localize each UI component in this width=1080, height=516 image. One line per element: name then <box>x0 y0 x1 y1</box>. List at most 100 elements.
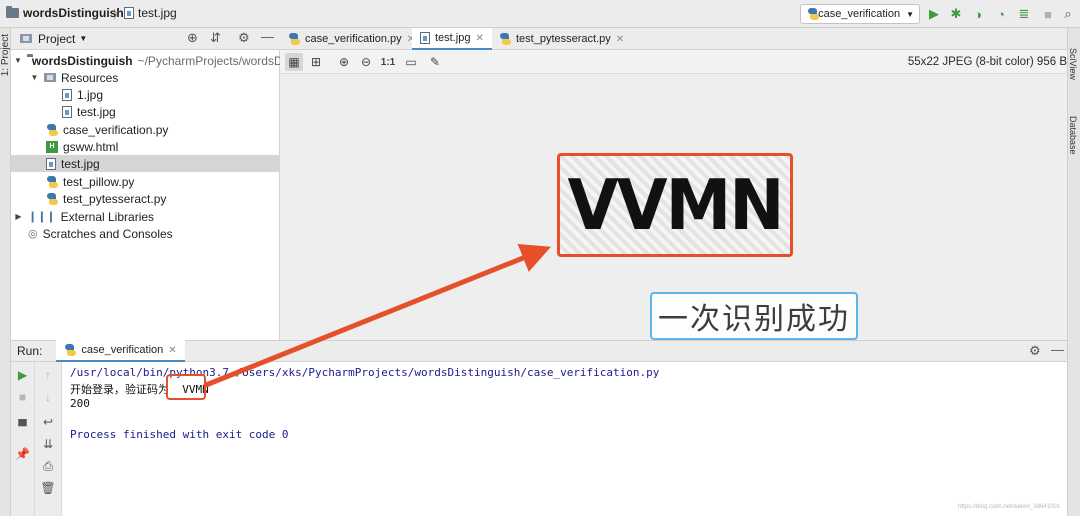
project-panel-title[interactable]: Project <box>38 32 75 46</box>
tab-test-pytesseract[interactable]: test_pytesseract.py ✕ <box>491 28 632 50</box>
scroll-to-end-icon[interactable]: ⇊ <box>35 434 61 454</box>
editor-tabs: case_verification.py ✕ test.jpg ✕ test_p… <box>280 28 1067 50</box>
library-icon: ❙❙❙ <box>28 211 56 223</box>
tree-item-case-verification[interactable]: case_verification.py <box>11 121 280 138</box>
color-picker-icon[interactable]: ✎ <box>426 53 444 71</box>
arrow-down-icon[interactable]: ↓ <box>35 387 61 407</box>
tree-item-label: test_pytesseract.py <box>63 191 167 206</box>
console-line: Process finished with exit code 0 <box>70 428 289 441</box>
rerun-icon[interactable]: ▶ <box>11 365 34 385</box>
database-tool-window-button[interactable]: Database <box>1068 116 1078 155</box>
play-icon[interactable]: ▶ <box>926 6 942 22</box>
python-file-icon <box>46 175 58 188</box>
image-file-icon <box>46 157 56 170</box>
arrow-up-icon[interactable]: ↑ <box>35 365 61 385</box>
chessboard-icon[interactable]: ▦ <box>285 53 303 71</box>
python-file-icon <box>499 33 511 45</box>
grid-icon[interactable]: ⊞ <box>307 53 325 71</box>
zoom-out-icon[interactable]: ⊖ <box>357 53 375 71</box>
soft-wrap-icon[interactable]: ↩ <box>35 412 61 432</box>
gear-icon[interactable]: ⚙ <box>238 30 250 46</box>
watermark-text: https://blog.csdn.net/weixin_38641001 <box>958 504 1061 510</box>
chevron-down-icon: ▼ <box>30 73 39 82</box>
pin-icon[interactable]: 📌 <box>11 444 34 464</box>
profile-icon[interactable]: ◔ <box>993 6 1009 22</box>
tree-item-test-jpg[interactable]: test.jpg <box>11 155 280 172</box>
chevron-right-icon: ▶ <box>15 212 22 221</box>
layout-icon[interactable]: ▀ <box>11 416 34 436</box>
tree-item-test-pytesseract[interactable]: test_pytesseract.py <box>11 190 280 207</box>
bug-icon[interactable]: ✱ <box>948 6 964 22</box>
console-line: /usr/local/bin/python3.7 /Users/xks/Pych… <box>70 366 660 379</box>
tree-item-label: gsww.html <box>63 139 119 154</box>
root-folder-label: wordsDistinguish <box>31 53 133 68</box>
run-panel-label: Run: <box>17 344 43 358</box>
tab-case-verification[interactable]: case_verification.py ✕ <box>280 28 423 50</box>
close-icon[interactable]: ✕ <box>616 34 624 45</box>
image-info: 55x22 JPEG (8-bit color) 956 B <box>907 56 1067 68</box>
actual-size-button[interactable]: 1:1 <box>379 53 397 71</box>
tree-item-root[interactable]: ▼ wordsDistinguish ~/PycharmProjects/wor… <box>11 52 280 69</box>
zoom-in-icon[interactable]: ⊕ <box>335 53 353 71</box>
captcha-text: VVMN <box>567 164 784 246</box>
gear-icon[interactable]: ⚙ <box>1029 343 1041 359</box>
folder-icon <box>6 6 19 18</box>
stop-icon[interactable]: ■ <box>11 387 34 407</box>
tab-label: case_verification.py <box>305 33 402 45</box>
sciview-tool-window-button[interactable]: SciView <box>1068 48 1078 80</box>
image-file-icon <box>62 88 72 101</box>
fit-zoom-icon[interactable]: ▭ <box>402 53 420 71</box>
coverage-icon[interactable]: ◑ <box>970 6 986 22</box>
concurrency-icon[interactable]: ≣ <box>1016 6 1032 22</box>
image-file-icon <box>420 32 430 44</box>
chevron-down-icon[interactable]: ▼ <box>79 34 87 43</box>
run-config-dropdown[interactable]: case_verification ▼ <box>800 4 920 24</box>
search-icon[interactable]: ⌕ <box>1060 6 1076 22</box>
print-icon[interactable]: ⎙ <box>35 456 61 476</box>
tree-item-resources-test-jpg[interactable]: test.jpg <box>11 103 280 120</box>
tab-label: test_pytesseract.py <box>516 33 611 45</box>
html-file-icon: H <box>46 140 58 153</box>
project-tree: ▼ wordsDistinguish ~/PycharmProjects/wor… <box>11 50 280 340</box>
breadcrumb-project-label: wordsDistinguish <box>23 6 124 20</box>
tree-item-label: test.jpg <box>61 156 100 171</box>
tree-item-external-libraries[interactable]: ▶ ❙❙❙ External Libraries <box>11 208 280 225</box>
collapse-all-icon[interactable]: ⇵ <box>210 30 221 46</box>
tree-item-resources[interactable]: ▼ Resources <box>11 69 280 86</box>
python-file-icon <box>288 33 300 45</box>
run-toolbar-primary: ▶ ■ ▀ 📌 <box>11 362 35 516</box>
minimize-icon[interactable]: — <box>1051 342 1064 357</box>
tree-item-1-jpg[interactable]: 1.jpg <box>11 86 280 103</box>
image-file-icon <box>62 105 72 118</box>
close-icon[interactable]: ✕ <box>475 33 483 44</box>
run-panel-header: Run: case_verification ✕ ⚙ — <box>11 340 1067 362</box>
close-icon[interactable]: ✕ <box>168 345 176 356</box>
right-tool-strip: SciView Database <box>1067 28 1080 516</box>
minimize-icon[interactable]: — <box>261 29 274 44</box>
tree-item-test-pillow[interactable]: test_pillow.py <box>11 173 280 190</box>
tab-test-jpg[interactable]: test.jpg ✕ <box>412 28 492 50</box>
console-line: 200 <box>70 397 90 410</box>
tree-item-label: External Libraries <box>60 209 155 224</box>
image-viewer-toolbar: ▦ ⊞ ⊕ ⊖ 1:1 ▭ ✎ 55x22 JPEG (8-bit color)… <box>280 50 1067 74</box>
breadcrumb-file[interactable]: test.jpg <box>124 6 177 20</box>
root-folder-path: ~/PycharmProjects/wordsDistinguish <box>137 53 280 68</box>
captcha-result-highlight <box>166 374 206 400</box>
tree-item-label: test_pillow.py <box>63 174 135 189</box>
trash-icon[interactable]: 🗑 <box>35 478 61 498</box>
tree-item-gsww-html[interactable]: H gsww.html <box>11 138 280 155</box>
tree-item-label: case_verification.py <box>63 122 169 137</box>
folder-icon <box>44 73 56 82</box>
breadcrumb-separator-icon: 〉 <box>113 9 124 21</box>
tab-label: test.jpg <box>435 32 471 44</box>
stop-icon[interactable]: ■ <box>1040 6 1056 22</box>
annotation-callout: 一次识别成功 <box>650 292 858 340</box>
breadcrumb-project[interactable]: wordsDistinguish <box>6 6 124 20</box>
left-tool-strip: 1: Project ure <box>0 28 11 516</box>
run-tab[interactable]: case_verification ✕ <box>56 340 185 362</box>
crosshair-icon[interactable]: ⊕ <box>187 30 198 46</box>
breadcrumb-file-label: test.jpg <box>138 6 177 20</box>
tree-item-scratches[interactable]: ◎ Scratches and Consoles <box>11 225 280 242</box>
navigation-bar: wordsDistinguish 〉 test.jpg case_verific… <box>0 0 1080 28</box>
project-tool-window-button[interactable]: 1: Project <box>0 34 11 76</box>
